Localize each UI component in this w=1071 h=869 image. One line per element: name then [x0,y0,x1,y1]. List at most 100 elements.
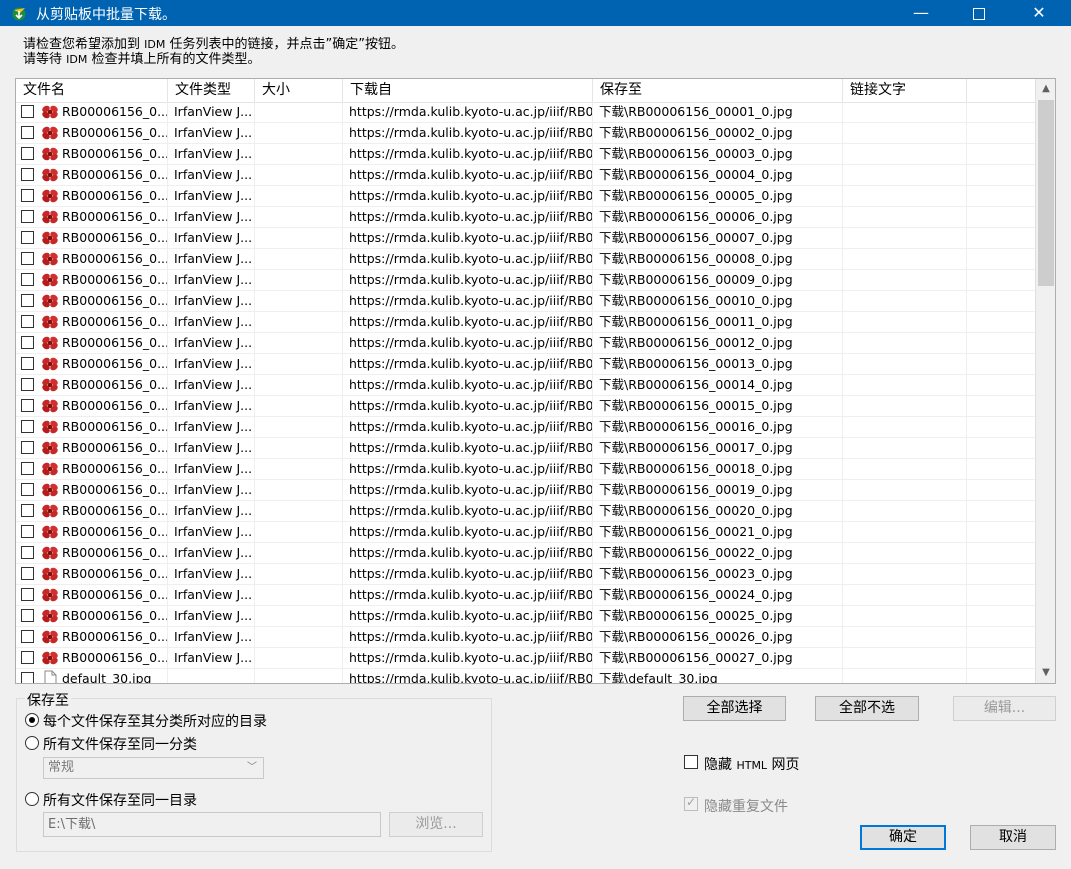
category-select: 常规 ﹀ [43,757,264,779]
table-row[interactable]: RB00006156_0... IrfanView J... https://rmd… [16,417,1036,438]
cell-filename: RB00006156_0... [16,144,168,165]
cell-filename: RB00006156_0... [16,606,168,627]
table-row[interactable]: RB00006156_0... IrfanView J... https://rmd… [16,207,1036,228]
cell-filename: RB00006156_0... [16,480,168,501]
cell-size [255,501,343,522]
cell-filetype: IrfanView J... [168,606,255,627]
scroll-down-icon[interactable]: ▼ [1036,663,1055,683]
cell-filename: RB00006156_0... [16,333,168,354]
scroll-up-icon[interactable]: ▲ [1036,79,1055,99]
table-row[interactable]: default_30.jpg https://rmda.kulib.kyoto-u… [16,669,1036,683]
radio-save-same-directory[interactable] [25,792,39,806]
radio-save-same-category[interactable] [25,736,39,750]
column-header-filename[interactable]: 文件名 [16,79,168,102]
deselect-all-button[interactable]: 全部不选 [815,696,919,721]
cell-link-text [843,606,967,627]
cell-download-from: https://rmda.kulib.kyoto-u.ac.jp/iiif/RB… [343,522,593,543]
cell-filename: RB00006156_0... [16,459,168,480]
column-header-download-from[interactable]: 下载自 [343,79,593,102]
table-row[interactable]: RB00006156_0... IrfanView J... https://rmd… [16,144,1036,165]
list-rows: RB00006156_0... IrfanView J... https://rmd… [16,102,1036,683]
cell-download-from: https://rmda.kulib.kyoto-u.ac.jp/iiif/RB… [343,669,593,683]
cell-download-from: https://rmda.kulib.kyoto-u.ac.jp/iiif/RB… [343,396,593,417]
table-row[interactable]: RB00006156_0... IrfanView J... https://rmd… [16,270,1036,291]
cell-size [255,333,343,354]
scroll-thumb[interactable] [1038,100,1054,286]
ok-button[interactable]: 确定 [860,825,946,850]
table-row[interactable]: RB00006156_0... IrfanView J... https://rmd… [16,354,1036,375]
cell-filename: RB00006156_0... [16,522,168,543]
minimize-button[interactable]: — [893,0,949,26]
cell-size [255,438,343,459]
cell-download-from: https://rmda.kulib.kyoto-u.ac.jp/iiif/RB… [343,564,593,585]
cell-link-text [843,648,967,669]
cell-filename: RB00006156_0... [16,564,168,585]
cell-size [255,270,343,291]
radio-save-same-category-label[interactable]: 所有文件保存至同一分类 [43,734,197,754]
radio-save-by-category-label[interactable]: 每个文件保存至其分类所对应的目录 [43,711,267,731]
table-row[interactable]: RB00006156_0... IrfanView J... https://rmd… [16,648,1036,669]
cell-size [255,648,343,669]
list-header: 文件名 文件类型 大小 下载自 保存至 链接文字 [16,79,1036,103]
table-row[interactable]: RB00006156_0... IrfanView J... https://rmd… [16,291,1036,312]
cell-size [255,543,343,564]
directory-path-field: E:\下载\ [43,812,381,837]
table-row[interactable]: RB00006156_0... IrfanView J... https://rmd… [16,501,1036,522]
cell-link-text [843,480,967,501]
table-row[interactable]: RB00006156_0... IrfanView J... https://rmd… [16,627,1036,648]
table-row[interactable]: RB00006156_0... IrfanView J... https://rmd… [16,459,1036,480]
cell-download-from: https://rmda.kulib.kyoto-u.ac.jp/iiif/RB… [343,123,593,144]
radio-save-by-category[interactable] [25,713,39,727]
table-row[interactable]: RB00006156_0... IrfanView J... https://rmd… [16,333,1036,354]
browse-button: 浏览... [389,812,483,837]
cell-save-to: 下载\RB00006156_00016_0.jpg [593,417,843,438]
column-header-filetype[interactable]: 文件类型 [168,79,255,102]
column-header-link-text[interactable]: 链接文字 [843,79,967,102]
cell-filetype: IrfanView J... [168,648,255,669]
maximize-button[interactable] [951,0,1007,26]
table-row[interactable]: RB00006156_0... IrfanView J... https://rmd… [16,543,1036,564]
table-row[interactable]: RB00006156_0... IrfanView J... https://rmd… [16,522,1036,543]
vertical-scrollbar[interactable]: ▲ ▼ [1035,79,1055,683]
radio-save-same-directory-label[interactable]: 所有文件保存至同一目录 [43,790,197,810]
cell-save-to: 下载\RB00006156_00017_0.jpg [593,438,843,459]
cell-save-to: 下载\RB00006156_00021_0.jpg [593,522,843,543]
table-row[interactable]: RB00006156_0... IrfanView J... https://rmd… [16,480,1036,501]
table-row[interactable]: RB00006156_0... IrfanView J... https://rmd… [16,123,1036,144]
table-row[interactable]: RB00006156_0... IrfanView J... https://rmd… [16,396,1036,417]
table-row[interactable]: RB00006156_0... IrfanView J... https://rmd… [16,564,1036,585]
cell-filename: RB00006156_0... [16,102,168,123]
table-row[interactable]: RB00006156_0... IrfanView J... https://rmd… [16,438,1036,459]
cell-link-text [843,522,967,543]
cell-link-text [843,417,967,438]
cell-filename: RB00006156_0... [16,228,168,249]
cell-size [255,564,343,585]
hide-html-checkbox[interactable] [684,755,698,769]
table-row[interactable]: RB00006156_0... IrfanView J... https://rmd… [16,102,1036,123]
column-header-size[interactable]: 大小 [255,79,343,102]
table-row[interactable]: RB00006156_0... IrfanView J... https://rmd… [16,186,1036,207]
edit-button: 编辑... [953,696,1056,721]
table-row[interactable]: RB00006156_0... IrfanView J... https://rmd… [16,312,1036,333]
hide-html-label[interactable]: 隐藏 HTML 网页 [704,754,800,774]
table-row[interactable]: RB00006156_0... IrfanView J... https://rmd… [16,606,1036,627]
cell-link-text [843,501,967,522]
close-button[interactable]: ✕ [1011,0,1067,26]
cell-download-from: https://rmda.kulib.kyoto-u.ac.jp/iiif/RB… [343,648,593,669]
cell-download-from: https://rmda.kulib.kyoto-u.ac.jp/iiif/RB… [343,438,593,459]
cell-save-to: 下载\RB00006156_00023_0.jpg [593,564,843,585]
select-all-button[interactable]: 全部选择 [683,696,786,721]
cell-filename: RB00006156_0... [16,249,168,270]
file-list[interactable]: 文件名 文件类型 大小 下载自 保存至 链接文字 RB00006156_0...… [15,78,1056,684]
table-row[interactable]: RB00006156_0... IrfanView J... https://rmd… [16,228,1036,249]
table-row[interactable]: RB00006156_0... IrfanView J... https://rmd… [16,375,1036,396]
table-row[interactable]: RB00006156_0... IrfanView J... https://rmd… [16,165,1036,186]
table-row[interactable]: RB00006156_0... IrfanView J... https://rmd… [16,585,1036,606]
cancel-button[interactable]: 取消 [970,825,1056,850]
column-header-save-to[interactable]: 保存至 [593,79,843,102]
table-row[interactable]: RB00006156_0... IrfanView J... https://rmd… [16,249,1036,270]
cell-filename: RB00006156_0... [16,354,168,375]
cell-save-to: 下载\RB00006156_00006_0.jpg [593,207,843,228]
cell-link-text [843,123,967,144]
cell-filetype: IrfanView J... [168,270,255,291]
